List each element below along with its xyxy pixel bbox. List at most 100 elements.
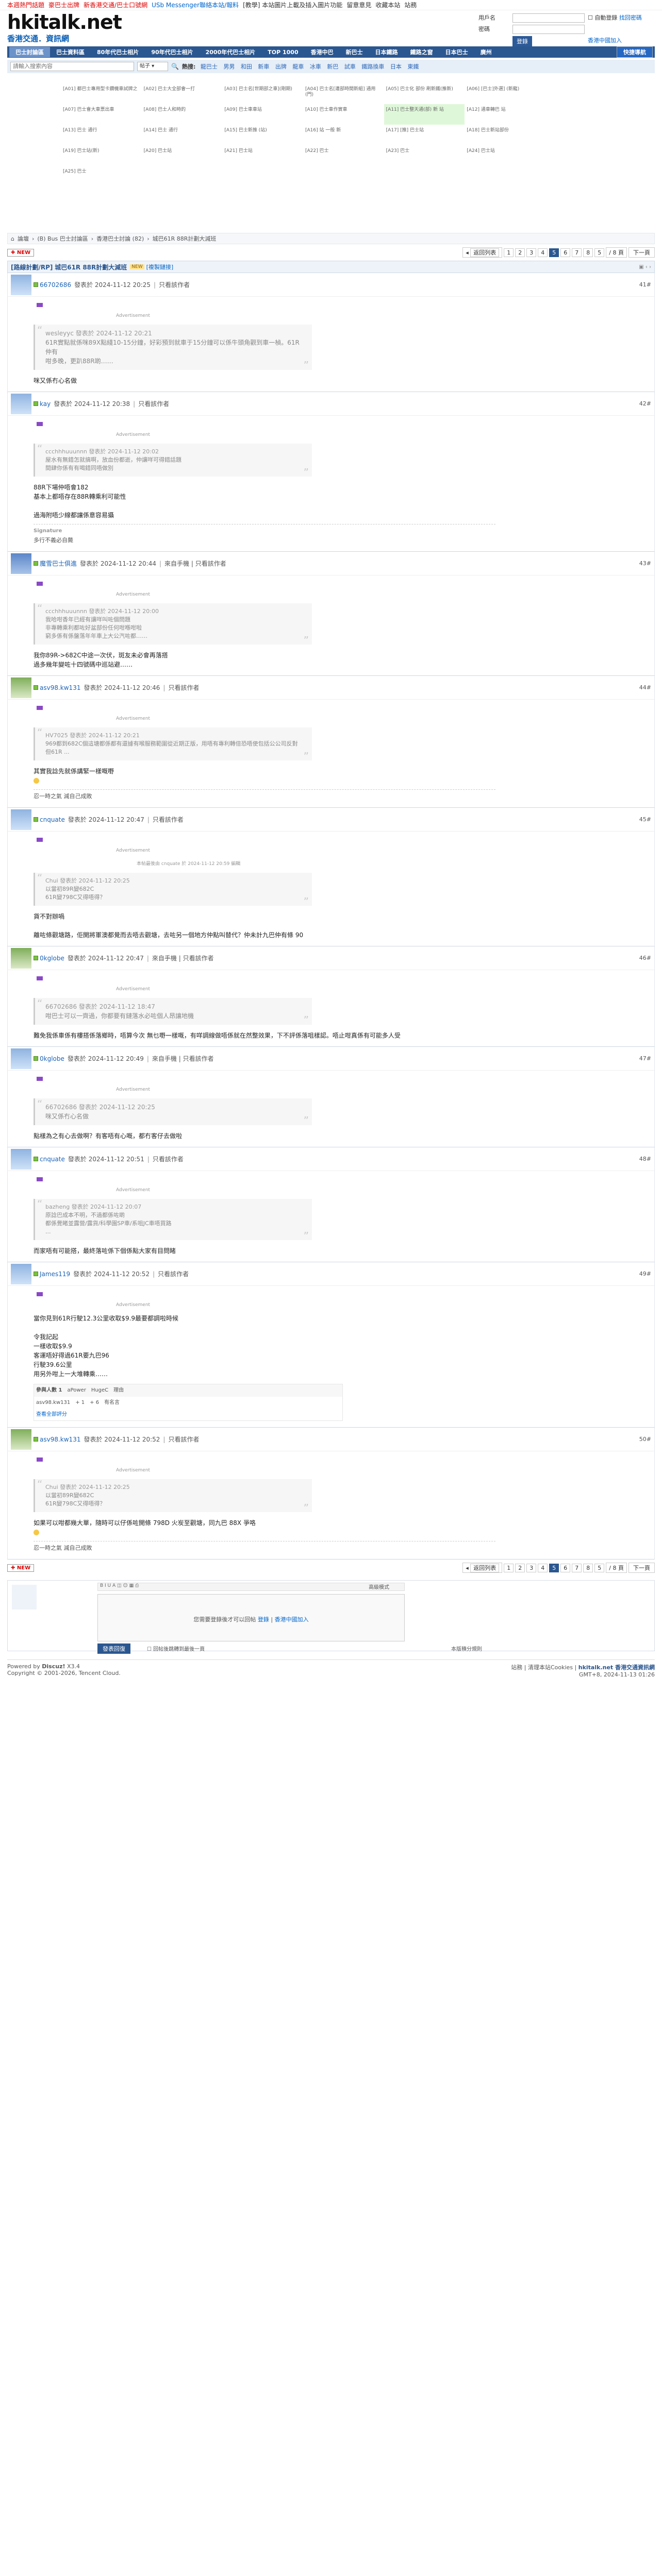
page-3[interactable]: 3 <box>526 1563 537 1572</box>
avatar[interactable] <box>11 553 31 574</box>
editor-toolbar[interactable]: B I U A ◫ ☺ ▦ ⎙ <box>97 1583 405 1591</box>
avatar[interactable] <box>11 274 31 295</box>
print-icon[interactable]: ▣ ‹ › <box>639 264 651 270</box>
ad-slot[interactable]: [A22] 巴士 <box>303 145 384 166</box>
ad-slot[interactable]: [A14] 巴士 通行 <box>142 125 223 145</box>
ad-slot[interactable]: [A02] 巴士大全部會一打 <box>142 83 223 104</box>
floor-number[interactable]: 47# <box>639 1055 651 1062</box>
page-7[interactable]: 7 <box>572 248 582 257</box>
avatar[interactable] <box>11 1048 31 1069</box>
ad-slot[interactable]: [A21] 巴士站 <box>222 145 303 166</box>
nav-item-9[interactable]: 鐵路之窗 <box>404 47 439 57</box>
register-link[interactable]: 香港中國加入 <box>588 36 655 46</box>
home-icon[interactable]: ⌂ <box>11 235 14 242</box>
new-thread-button-bottom[interactable]: ✚ NEW <box>7 1564 35 1572</box>
auto-login-checkbox[interactable]: ☐ 自動登錄 找回密碼 <box>588 13 655 23</box>
ad-slot[interactable]: [A05] 巴士化 部份 刷新鐵(推新) <box>384 83 465 104</box>
search-type-select[interactable]: 帖子 ▾ <box>137 62 168 71</box>
ad-slot[interactable]: [A20] 巴士站 <box>142 145 223 166</box>
view-author-only[interactable]: 只看該作者 <box>159 281 190 289</box>
nav-item-2[interactable]: 80年代巴士相片 <box>91 47 145 57</box>
view-author-only[interactable]: 來自手機 | 只看該作者 <box>164 560 226 567</box>
nav-item-8[interactable]: 日本鐵路 <box>369 47 404 57</box>
ad-slot[interactable]: [A18] 巴士新站部份 <box>465 125 545 145</box>
avatar[interactable] <box>11 1429 31 1450</box>
avatar[interactable] <box>11 1263 31 1284</box>
reply-editor[interactable]: 您需要登錄後才可以回帖 登錄 | 香港中國加入 <box>97 1594 405 1641</box>
floor-number[interactable]: 46# <box>639 955 651 961</box>
ad-slot[interactable]: [A03] 巴士名[世期部之車](剛期) <box>222 83 303 104</box>
ad-slot[interactable]: [A07] 巴士會大車票出車 <box>61 104 142 125</box>
hot-link[interactable]: 鐵路換車 <box>361 63 384 70</box>
register-link[interactable]: 香港中國加入 <box>275 1616 309 1623</box>
back-to-list[interactable]: ◂ 返回列表 <box>462 1563 503 1573</box>
hot-link[interactable]: 出牌 <box>275 63 287 70</box>
new-thread-button[interactable]: ✚ NEW <box>7 248 35 257</box>
post-author[interactable]: 66702686 <box>40 281 71 289</box>
topbar-link-2[interactable]: 新香港交通/巴士口號網 <box>84 1 147 9</box>
search-icon[interactable]: 🔍 <box>171 63 179 70</box>
floor-number[interactable]: 41# <box>639 281 651 288</box>
ad-slot[interactable]: [A12] 通車轉巴 站 <box>465 104 545 125</box>
page-2[interactable]: 2 <box>515 1563 525 1572</box>
page-6[interactable]: 6 <box>560 248 571 257</box>
post-author[interactable]: 魔雪巴士俱進 <box>40 559 77 568</box>
avatar[interactable] <box>11 1148 31 1170</box>
site-logo[interactable]: hkitalk.net 香港交通．資訊網 <box>7 12 122 44</box>
nav-item-1[interactable]: 巴士資料區 <box>50 47 91 57</box>
quote-header[interactable]: ccchhhuuunnn 發表於 2024-11-12 20:02 <box>45 448 302 456</box>
hot-link[interactable]: 東鐵 <box>407 63 419 70</box>
page-2[interactable]: 2 <box>515 248 525 257</box>
nav-item-0[interactable]: 巴士討論區 <box>9 47 50 57</box>
hot-link[interactable]: 男男 <box>223 63 235 70</box>
crumb-item[interactable]: 論壇 <box>18 234 29 243</box>
copy-link[interactable]: [複製鏈接] <box>146 263 174 271</box>
login-button[interactable]: 登錄 <box>512 36 532 46</box>
post-author[interactable]: kay <box>40 400 51 408</box>
ad-slot[interactable]: [A11] 巴士整天通(部) 新 站 <box>384 104 465 125</box>
topbar-link-6[interactable]: 收藏本站 <box>375 1 400 9</box>
view-author-only[interactable]: 來自手機 | 只看該作者 <box>152 1055 214 1062</box>
hot-link[interactable]: 新車 <box>258 63 269 70</box>
view-author-only[interactable]: 只看該作者 <box>158 1270 189 1278</box>
hot-link[interactable]: 冰車 <box>310 63 321 70</box>
floor-number[interactable]: 44# <box>639 684 651 691</box>
nav-item-11[interactable]: 廣州 <box>474 47 498 57</box>
page-4[interactable]: 4 <box>538 248 548 257</box>
hot-link[interactable]: 和田 <box>241 63 252 70</box>
page-jump-input[interactable]: 5 <box>594 1563 605 1572</box>
page-1[interactable]: 1 <box>504 248 514 257</box>
topbar-link-7[interactable]: 站務 <box>404 1 417 9</box>
page-4[interactable]: 4 <box>538 1563 548 1572</box>
floor-number[interactable]: 48# <box>639 1156 651 1162</box>
ad-slot[interactable]: [A04] 巴士名[連部時間新組] 通用(門) <box>303 83 384 104</box>
avatar[interactable] <box>11 677 31 698</box>
nav-item-5[interactable]: TOP 1000 <box>261 48 304 57</box>
ad-slot[interactable]: [A13] 巴士 通行 <box>61 125 142 145</box>
nav-item-10[interactable]: 日本巴士 <box>439 47 474 57</box>
avatar[interactable] <box>11 809 31 830</box>
view-author-only[interactable]: 只看該作者 <box>153 1156 184 1163</box>
discuz-link[interactable]: Discuz! <box>42 1663 65 1670</box>
post-author[interactable]: cnquate <box>40 1156 65 1163</box>
nav-item-7[interactable]: 新巴士 <box>340 47 369 57</box>
ad-slot[interactable]: [A08] 巴士人和時的 <box>142 104 223 125</box>
floor-number[interactable]: 50# <box>639 1436 651 1443</box>
post-reply-button[interactable]: 發表回復 <box>97 1643 130 1654</box>
rater[interactable]: asv98.kw131 <box>36 1398 70 1408</box>
post-author[interactable]: James119 <box>40 1270 70 1278</box>
topbar-link-4[interactable]: [教學] 本站圖片上載及插入圖片功能 <box>243 1 342 9</box>
quote-header[interactable]: Chui 發表於 2024-11-12 20:25 <box>45 877 302 885</box>
quote-header[interactable]: Chui 發表於 2024-11-12 20:25 <box>45 1483 302 1492</box>
jump-last-checkbox[interactable]: ☐ 回帖後跳轉到最後一頁 <box>147 1645 205 1652</box>
crumb-item[interactable]: 城巴61R 88R計劃大減班 <box>153 234 217 243</box>
ad-slot[interactable]: [A23] 巴士 <box>384 145 465 166</box>
crumb-item[interactable]: (B) Bus 巴士討論區 <box>37 234 88 243</box>
view-author-only[interactable]: 來自手機 | 只看該作者 <box>152 955 214 962</box>
ad-slot[interactable]: [A24] 巴士站 <box>465 145 545 166</box>
post-author[interactable]: 0kglobe <box>40 1055 64 1062</box>
ad-slot[interactable]: [A16] 站 一般 新 <box>303 125 384 145</box>
next-page-button[interactable]: 下一頁 <box>628 1563 655 1573</box>
post-author[interactable]: asv98.kw131 <box>40 684 80 691</box>
topbar-link-1[interactable]: 豪巴士出牌 <box>48 1 79 9</box>
